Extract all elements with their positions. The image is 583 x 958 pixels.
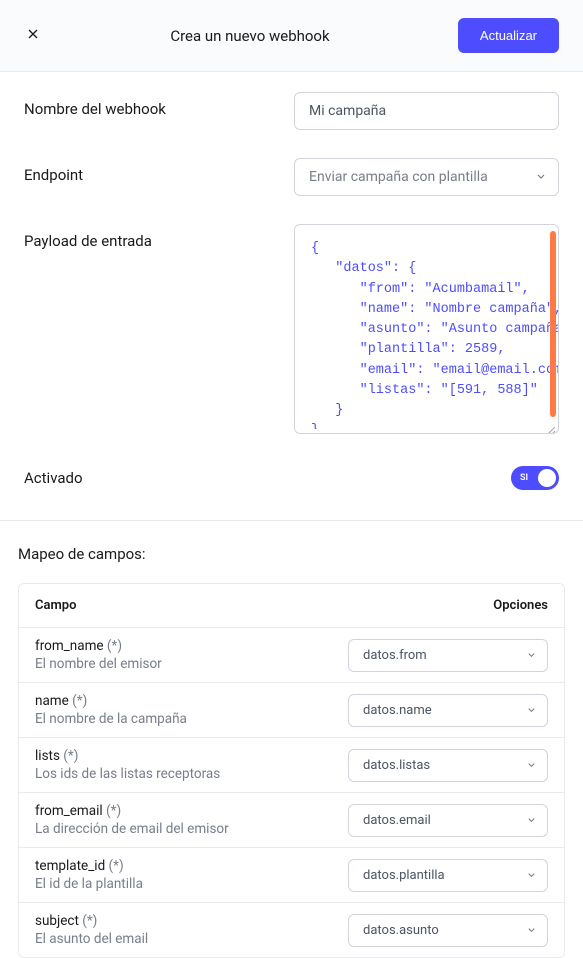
field-name: from_name (*) — [35, 638, 348, 654]
table-row: from_name (*) El nombre del emisor datos… — [19, 628, 564, 683]
modal-header: Crea un nuevo webhook Actualizar — [0, 0, 583, 72]
field-description: El asunto del email — [35, 931, 348, 947]
field-name: subject (*) — [35, 913, 348, 929]
payload-label: Payload de entrada — [24, 224, 294, 250]
table-row: template_id (*) El id de la plantilla da… — [19, 848, 564, 903]
mapping-field-cell: subject (*) El asunto del email — [35, 913, 348, 947]
field-description: El nombre del emisor — [35, 656, 348, 672]
endpoint-select[interactable]: Enviar campaña con plantilla — [294, 158, 559, 196]
required-marker: (*) — [109, 858, 124, 874]
mapping-title: Mapeo de campos: — [18, 545, 565, 563]
payload-scrollbar[interactable] — [550, 231, 556, 417]
table-row: subject (*) El asunto del email datos.as… — [19, 903, 564, 957]
form-body: Nombre del webhook Endpoint Enviar campa… — [0, 72, 583, 521]
table-row: from_email (*) La dirección de email del… — [19, 793, 564, 848]
mapping-option-select[interactable]: datos.listas — [348, 749, 548, 782]
field-name: lists (*) — [35, 748, 348, 764]
endpoint-row: Endpoint Enviar campaña con plantilla — [24, 158, 559, 196]
activado-label: Activado — [24, 469, 83, 487]
mapping-section: Mapeo de campos: Campo Opciones from_nam… — [0, 521, 583, 958]
resize-handle-icon[interactable] — [546, 421, 556, 431]
mapping-option-select[interactable]: datos.asunto — [348, 914, 548, 947]
required-marker: (*) — [106, 803, 121, 819]
field-description: El nombre de la campaña — [35, 711, 348, 727]
table-row: name (*) El nombre de la campaña datos.n… — [19, 683, 564, 738]
mapping-option-select[interactable]: datos.name — [348, 694, 548, 727]
mapping-option-select[interactable]: datos.from — [348, 639, 548, 672]
mapping-option-select[interactable]: datos.email — [348, 804, 548, 837]
toggle-knob — [538, 469, 556, 487]
field-description: La dirección de email del emisor — [35, 821, 348, 837]
field-name: from_email (*) — [35, 803, 348, 819]
activado-row: Activado SI — [24, 462, 559, 490]
modal-title: Crea un nuevo webhook — [42, 27, 458, 45]
mapping-table-header: Campo Opciones — [19, 584, 564, 628]
required-marker: (*) — [72, 693, 87, 709]
activado-toggle[interactable]: SI — [511, 466, 559, 490]
close-icon — [25, 26, 41, 46]
mapping-field-cell: template_id (*) El id de la plantilla — [35, 858, 348, 892]
table-row: lists (*) Los ids de las listas receptor… — [19, 738, 564, 793]
required-marker: (*) — [107, 638, 122, 654]
payload-textarea[interactable] — [295, 225, 558, 429]
toggle-label: SI — [520, 473, 528, 483]
field-description: El id de la plantilla — [35, 876, 348, 892]
mapping-table: Campo Opciones from_name (*) El nombre d… — [18, 583, 565, 958]
required-marker: (*) — [63, 748, 78, 764]
mapping-option-select[interactable]: datos.plantilla — [348, 859, 548, 892]
update-button[interactable]: Actualizar — [458, 18, 559, 53]
field-name: name (*) — [35, 693, 348, 709]
field-name: template_id (*) — [35, 858, 348, 874]
field-description: Los ids de las listas receptoras — [35, 766, 348, 782]
webhook-name-row: Nombre del webhook — [24, 92, 559, 130]
required-marker: (*) — [82, 913, 97, 929]
mapping-field-cell: name (*) El nombre de la campaña — [35, 693, 348, 727]
close-button[interactable] — [24, 27, 42, 45]
endpoint-label: Endpoint — [24, 158, 294, 184]
mapping-field-cell: lists (*) Los ids de las listas receptor… — [35, 748, 348, 782]
column-header-options: Opciones — [493, 598, 548, 613]
column-header-field: Campo — [35, 598, 76, 613]
mapping-field-cell: from_email (*) La dirección de email del… — [35, 803, 348, 837]
webhook-name-label: Nombre del webhook — [24, 92, 294, 118]
mapping-field-cell: from_name (*) El nombre del emisor — [35, 638, 348, 672]
webhook-name-input[interactable] — [294, 92, 559, 130]
payload-row: Payload de entrada — [24, 224, 559, 434]
